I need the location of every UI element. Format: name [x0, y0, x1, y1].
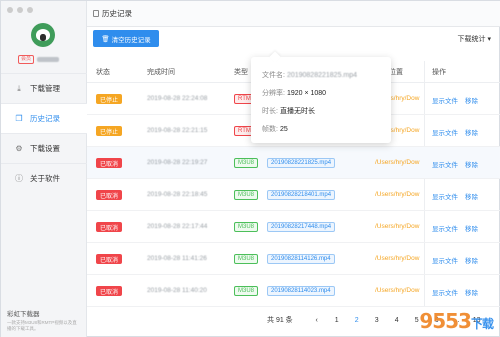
file-info-tooltip: 文件名: 20190828221825.mp4 分辨率: 1920 × 1080…: [251, 51, 391, 143]
sidebar-item-history[interactable]: ❐ 历史记录: [1, 103, 87, 133]
column-time: 完成时间: [147, 68, 175, 76]
type-badge: M3U8: [234, 222, 259, 232]
main-panel: 历史记录 🗑 清空历史记录 下载统计 ▾ 状态 完成时间 类型 存放位置 操作 …: [87, 1, 500, 337]
type-badge: M3U8: [234, 158, 259, 168]
total-count: 共 91 条: [267, 317, 293, 324]
remove-link[interactable]: 移除: [465, 191, 478, 201]
window-controls: [7, 7, 33, 13]
table-row[interactable]: 已取消 2019-08-28 22:17:44 M3U8 20190828217448…: [87, 211, 500, 243]
completion-time: 2019-08-28 11:40:20: [147, 287, 207, 294]
completion-time: 2019-08-28 22:17:44: [147, 223, 208, 230]
show-file-link[interactable]: 显示文件: [432, 255, 458, 265]
storage-path: /Users/hry/Dow: [375, 255, 420, 262]
vip-badge: 会员: [18, 55, 35, 64]
status-badge: 已取消: [96, 222, 122, 232]
avatar[interactable]: [31, 23, 55, 47]
sidebar: 会员 ⤓ 下载管理 ❐ 历史记录 ⚙ 下载设置 ⓘ 关于软件 彩虹下载器 一款支…: [1, 1, 87, 337]
file-name-tag[interactable]: 20190828218401.mp4: [267, 190, 336, 200]
completion-time: 2019-08-28 22:24:08: [147, 95, 208, 102]
show-file-link[interactable]: 显示文件: [432, 223, 458, 233]
sidebar-item-label: 关于软件: [30, 174, 60, 183]
info-icon: ⓘ: [15, 173, 23, 183]
sidebar-item-download-manager[interactable]: ⤓ 下载管理: [1, 73, 87, 103]
history-icon: ❐: [15, 113, 23, 123]
page-button[interactable]: 4: [387, 317, 407, 324]
storage-path: /Users/hry/Dow: [375, 223, 420, 230]
username: [37, 57, 60, 62]
page-button[interactable]: 1: [327, 317, 347, 324]
completion-time: 2019-08-28 11:41:26: [147, 255, 207, 262]
site-watermark: 9553下载: [419, 309, 494, 333]
maximize-window-button[interactable]: [27, 7, 33, 13]
document-icon: [93, 10, 99, 17]
clear-history-button[interactable]: 🗑 清空历史记录: [93, 30, 159, 47]
show-file-link[interactable]: 显示文件: [432, 191, 458, 201]
tooltip-resolution: 分辨率: 1920 × 1080: [262, 89, 327, 98]
show-file-link[interactable]: 显示文件: [432, 95, 458, 105]
sidebar-item-label: 下载设置: [30, 144, 60, 153]
table-row[interactable]: 已取消 2019-08-28 11:40:20 M3U8 20190828114023…: [87, 275, 500, 307]
sidebar-item-about[interactable]: ⓘ 关于软件: [1, 163, 87, 193]
sidebar-nav: ⤓ 下载管理 ❐ 历史记录 ⚙ 下载设置 ⓘ 关于软件: [1, 73, 87, 193]
toolbar: 🗑 清空历史记录 下载统计 ▾: [93, 30, 495, 48]
type-badge: M3U8: [234, 190, 259, 200]
show-file-link[interactable]: 显示文件: [432, 127, 458, 137]
remove-link[interactable]: 移除: [465, 255, 478, 265]
table-row[interactable]: 已取消 2019-08-28 11:41:26 M3U8 20190828114126…: [87, 243, 500, 275]
remove-link[interactable]: 移除: [465, 159, 478, 169]
minimize-window-button[interactable]: [17, 7, 23, 13]
gear-icon: ⚙: [15, 143, 23, 153]
tooltip-fps: 帧数: 25: [262, 125, 288, 134]
status-badge: 已停止: [96, 94, 122, 104]
type-badge: M3U8: [234, 254, 259, 264]
page-title: 历史记录: [102, 9, 132, 18]
page-button-current[interactable]: 2: [347, 317, 367, 324]
show-file-link[interactable]: 显示文件: [432, 159, 458, 169]
column-status: 状态: [96, 68, 110, 76]
app-window: 会员 ⤓ 下载管理 ❐ 历史记录 ⚙ 下载设置 ⓘ 关于软件 彩虹下载器 一款支…: [0, 0, 500, 337]
user-info: 会员: [18, 55, 60, 64]
column-operation: 操作: [432, 68, 446, 76]
sidebar-item-download-settings[interactable]: ⚙ 下载设置: [1, 133, 87, 163]
completion-time: 2019-08-28 22:21:15: [147, 127, 208, 134]
completion-time: 2019-08-28 22:18:45: [147, 191, 208, 198]
trash-icon: 🗑: [101, 35, 110, 43]
table-row[interactable]: 已取消 2019-08-28 22:18:45 M3U8 20190828218401…: [87, 179, 500, 211]
remove-link[interactable]: 移除: [465, 127, 478, 137]
file-name-tag[interactable]: 20190828114126.mp4: [267, 254, 335, 264]
download-icon: ⤓: [17, 83, 21, 93]
column-type: 类型: [234, 68, 248, 76]
completion-time: 2019-08-28 22:19:27: [147, 159, 208, 166]
remove-link[interactable]: 移除: [465, 287, 478, 297]
tooltip-duration: 时长: 直播无时长: [262, 108, 315, 115]
status-badge: 已取消: [96, 190, 122, 200]
remove-link[interactable]: 移除: [465, 223, 478, 233]
status-badge: 已取消: [96, 158, 122, 168]
app-description: 一款支持M3U8和RMTP视频以及直播的下载工具。: [7, 320, 77, 331]
page-header: 历史记录: [87, 1, 500, 27]
prev-page-button[interactable]: ‹: [307, 317, 327, 324]
sidebar-item-label: 下载管理: [30, 84, 60, 93]
type-badge: M3U8: [234, 286, 259, 296]
download-stats-dropdown[interactable]: 下载统计 ▾: [458, 34, 491, 44]
page-button[interactable]: 3: [367, 317, 387, 324]
file-name-tag[interactable]: 20190828221825.mp4: [267, 158, 336, 168]
table-row[interactable]: 已取消 2019-08-28 22:19:27 M3U8 20190828221825…: [87, 147, 500, 179]
file-name-tag[interactable]: 20190828114023.mp4: [267, 286, 335, 296]
storage-path: /Users/hry/Dow: [375, 287, 420, 294]
status-badge: 已取消: [96, 254, 122, 264]
sidebar-item-label: 历史记录: [30, 114, 60, 123]
status-badge: 已取消: [96, 286, 122, 296]
storage-path: /Users/hry/Dow: [375, 159, 420, 166]
show-file-link[interactable]: 显示文件: [432, 287, 458, 297]
app-name: 彩虹下载器: [7, 311, 40, 318]
tooltip-filename: 文件名: 20190828221825.mp4: [262, 71, 358, 80]
status-badge: 已停止: [96, 126, 122, 136]
storage-path: /Users/hry/Dow: [375, 191, 420, 198]
file-name-tag[interactable]: 20190828217448.mp4: [267, 222, 336, 232]
close-window-button[interactable]: [7, 7, 13, 13]
remove-link[interactable]: 移除: [465, 95, 478, 105]
